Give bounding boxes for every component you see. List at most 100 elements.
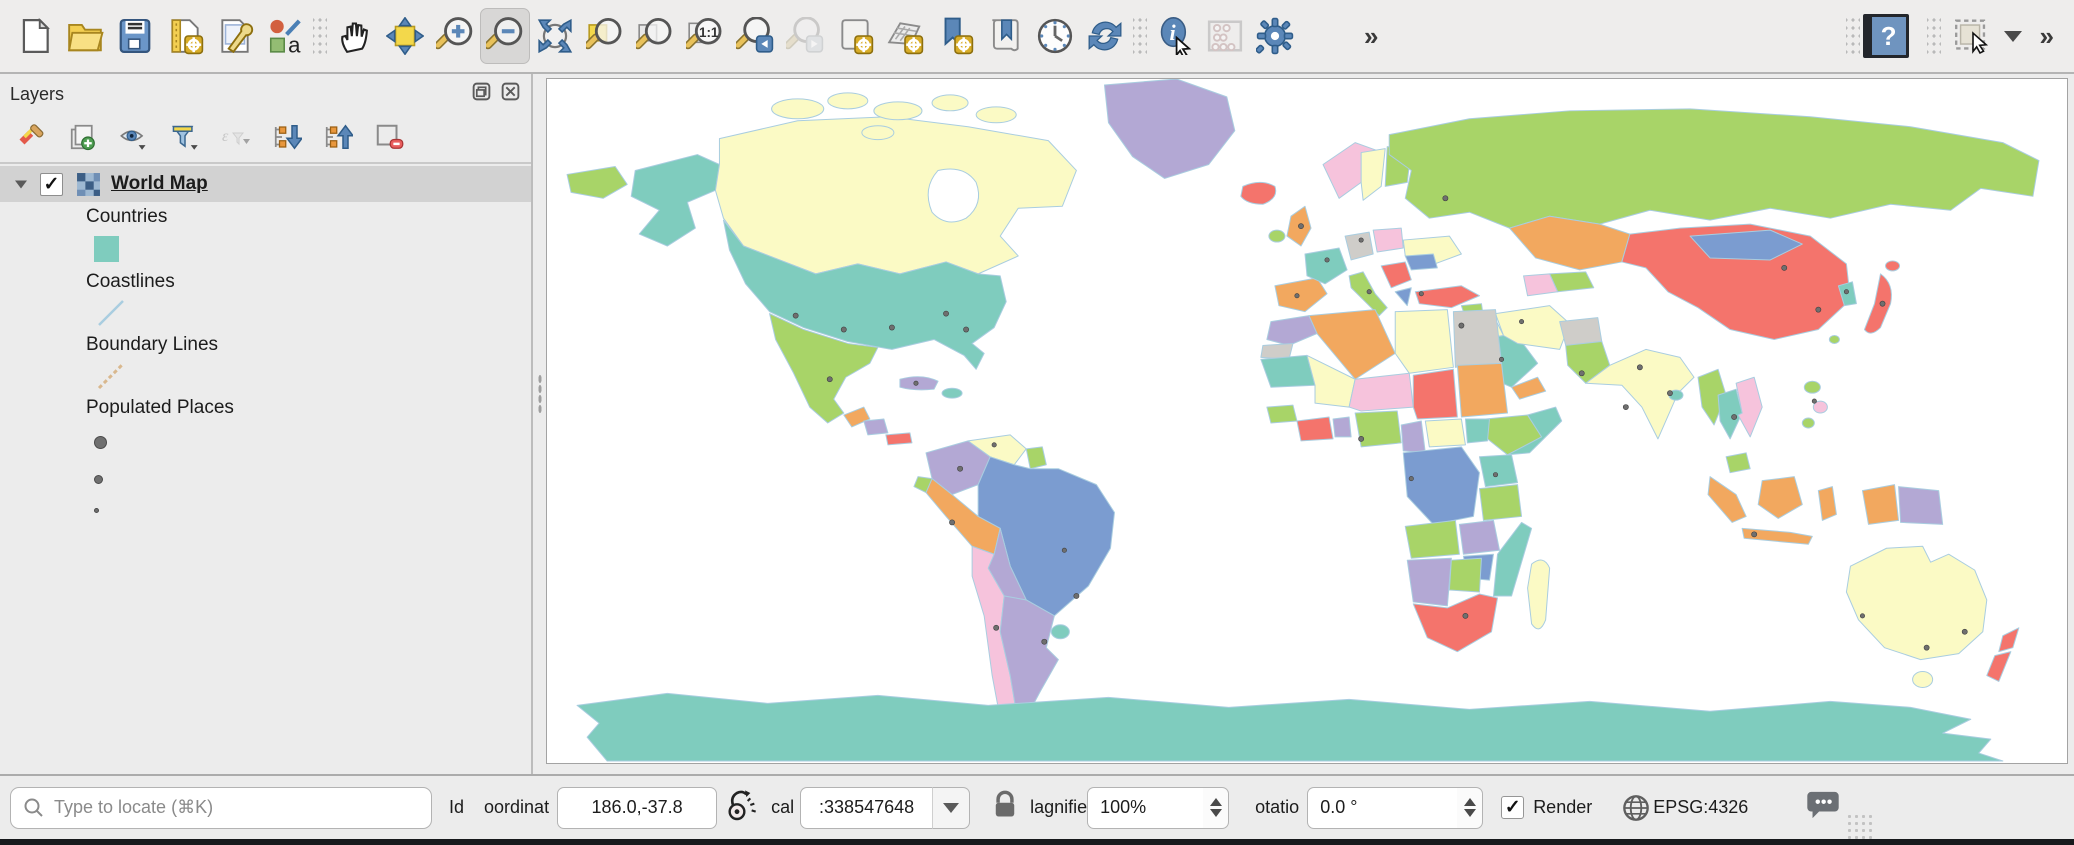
save-project-button[interactable]: [110, 8, 160, 64]
world-map: [547, 79, 2067, 763]
refresh-button[interactable]: [1080, 8, 1130, 64]
filter-legend-button[interactable]: [167, 119, 203, 155]
open-layer-styling-button[interactable]: [14, 119, 50, 155]
new-project-button[interactable]: [10, 8, 60, 64]
legend-swatch: [0, 422, 531, 524]
qgis-window: a 1:1 i » ? »: [0, 0, 2074, 845]
new-print-layout-button[interactable]: [160, 8, 210, 64]
svg-text:i: i: [1169, 20, 1176, 45]
zoom-full-extent-button[interactable]: [530, 8, 580, 64]
expand-all-icon: [272, 122, 302, 152]
style-manager-button[interactable]: a: [260, 8, 310, 64]
zoom-native-icon: 1:1: [686, 17, 724, 55]
add-group-button[interactable]: [65, 119, 101, 155]
scale-label: cal: [771, 797, 794, 818]
layer-visibility-checkbox[interactable]: ✓: [40, 173, 63, 196]
expand-caret-icon[interactable]: [14, 177, 28, 191]
select-features-dropdown[interactable]: [2004, 31, 2022, 42]
new-3d-view-icon: [886, 17, 924, 55]
show-layout-manager-button[interactable]: [210, 8, 260, 64]
status-bar: Type to locate (⌘K) Id oordinat 186.0,-3…: [0, 774, 2074, 839]
panel-float-button[interactable]: [471, 81, 492, 107]
new-spatial-bookmark-button[interactable]: [930, 8, 980, 64]
toolbar-separator: [313, 16, 327, 56]
toolbar-overflow-button-2[interactable]: »: [2032, 21, 2060, 52]
panel-splitter[interactable]: [531, 74, 546, 774]
add-group-icon: [68, 122, 98, 152]
identify-features-button[interactable]: i: [1150, 8, 1200, 64]
legend-swatch: [94, 296, 531, 330]
zoom-out-button[interactable]: [480, 8, 530, 64]
toolbar-separator: [1927, 16, 1941, 56]
lock-scale-icon[interactable]: [992, 790, 1018, 825]
search-icon: [23, 797, 45, 819]
zoom-last-icon: [736, 17, 774, 55]
layer-tree: ✓World MapCountries Coastlines Boundary Li…: [0, 164, 531, 774]
legend-swatch: [94, 231, 531, 267]
coordinate-input[interactable]: 186.0,-37.8: [557, 787, 717, 829]
legend-item-boundary-lines[interactable]: Boundary Lines: [86, 330, 531, 359]
expand-all-button[interactable]: [269, 119, 305, 155]
legend-item-coastlines[interactable]: Coastlines: [86, 267, 531, 296]
magnifier-spinner[interactable]: [1203, 787, 1229, 829]
status-message-fragment: Id: [449, 797, 464, 818]
pan-hand-icon: [336, 17, 374, 55]
rotation-spinner[interactable]: [1457, 787, 1483, 829]
new-map-view-button[interactable]: [830, 8, 880, 64]
style-manager-icon: a: [266, 17, 304, 55]
new-bookmark-icon: [936, 17, 974, 55]
zoom-full-icon: [536, 17, 574, 55]
show-spatial-bookmarks-button[interactable]: [980, 8, 1030, 64]
zoom-to-selection-button[interactable]: [580, 8, 630, 64]
zoom-layer-icon: [636, 17, 674, 55]
filter-funnel-icon: [170, 122, 200, 152]
clock-icon: [1036, 17, 1074, 55]
map-canvas[interactable]: [546, 78, 2068, 764]
render-checkbox-group[interactable]: ✓ Render: [1501, 796, 1592, 819]
legend-item-populated-places[interactable]: Populated Places: [86, 393, 531, 422]
locator-search-input[interactable]: Type to locate (⌘K): [10, 787, 432, 829]
collapse-all-button[interactable]: [320, 119, 356, 155]
layers-panel-title: Layers: [10, 84, 64, 105]
save-icon: [116, 17, 154, 55]
zoom-next-button[interactable]: [780, 8, 830, 64]
magnifier-spinbox[interactable]: 100%: [1087, 787, 1229, 829]
scale-dropdown-arrow[interactable]: [932, 787, 970, 829]
new-project-icon: [16, 17, 54, 55]
zoom-native-button[interactable]: 1:1: [680, 8, 730, 64]
zoom-to-layer-button[interactable]: [630, 8, 680, 64]
manage-map-themes-button[interactable]: [116, 119, 152, 155]
layers-panel-toolbar: ε: [0, 108, 531, 164]
svg-text:1:1: 1:1: [699, 25, 719, 40]
pan-to-selection-button[interactable]: [380, 8, 430, 64]
scale-combobox[interactable]: :338547648: [800, 787, 970, 829]
statistical-summary-button[interactable]: [1200, 8, 1250, 64]
zoom-in-button[interactable]: [430, 8, 480, 64]
zoom-last-button[interactable]: [730, 8, 780, 64]
extents-toggle-button[interactable]: [725, 788, 757, 827]
crs-status-button[interactable]: EPSG:4326: [1653, 797, 1748, 818]
window-resize-grip[interactable]: [1846, 813, 1872, 839]
filter-by-expression-button[interactable]: ε: [218, 119, 254, 155]
layout-manager-icon: [216, 17, 254, 55]
toolbar-overflow-button[interactable]: »: [1356, 21, 1384, 52]
options-gear-button[interactable]: [1250, 8, 1300, 64]
new-3d-map-view-button[interactable]: [880, 8, 930, 64]
help-button[interactable]: ?: [1863, 14, 1909, 58]
toolbar-separator: [1133, 16, 1147, 56]
pan-map-button[interactable]: [330, 8, 380, 64]
temporal-controller-button[interactable]: [1030, 8, 1080, 64]
zoom-selection-icon: [586, 17, 624, 55]
open-project-button[interactable]: [60, 8, 110, 64]
legend-item-countries[interactable]: Countries: [86, 202, 531, 231]
open-folder-icon: [66, 17, 104, 55]
messages-bubble-button[interactable]: [1806, 789, 1840, 826]
magnifier-value: 100%: [1087, 787, 1203, 829]
pan-selection-icon: [386, 17, 424, 55]
layer-item-world-map[interactable]: ✓World Map: [0, 166, 531, 202]
render-checkbox[interactable]: ✓: [1501, 796, 1524, 819]
rotation-spinbox[interactable]: 0.0 °: [1307, 787, 1483, 829]
select-features-button[interactable]: [1944, 8, 2002, 64]
panel-close-button[interactable]: [500, 81, 521, 107]
remove-layer-button[interactable]: [371, 119, 407, 155]
